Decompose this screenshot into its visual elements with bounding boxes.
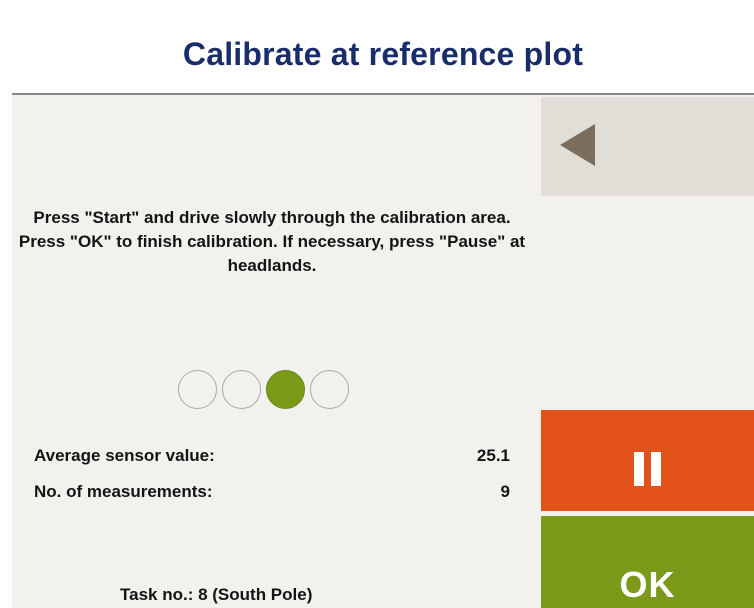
pause-button[interactable] xyxy=(541,410,754,511)
ok-button-label: OK xyxy=(619,564,676,605)
measurement-count-value: 9 xyxy=(500,482,510,501)
progress-dot-4 xyxy=(310,370,349,409)
progress-dot-3-active xyxy=(266,370,305,409)
header-bar: Calibrate at reference plot xyxy=(12,0,754,95)
average-sensor-value-label: Average sensor value: xyxy=(34,446,215,465)
average-sensor-value: 25.1 xyxy=(476,446,510,465)
back-arrow-icon xyxy=(560,124,595,166)
back-button[interactable] xyxy=(541,97,754,196)
progress-dot-1 xyxy=(178,370,217,409)
instruction-text: Press "Start" and drive slowly through t… xyxy=(18,208,526,275)
ok-button[interactable]: OK xyxy=(541,516,754,608)
page-title: Calibrate at reference plot xyxy=(182,36,584,72)
progress-dot-2 xyxy=(222,370,261,409)
measurement-count-label: No. of measurements: xyxy=(34,482,213,501)
progress-indicator xyxy=(178,370,349,412)
task-info: Task no.: 8 (South Pole) xyxy=(120,585,313,604)
left-edge-strip xyxy=(0,0,12,608)
